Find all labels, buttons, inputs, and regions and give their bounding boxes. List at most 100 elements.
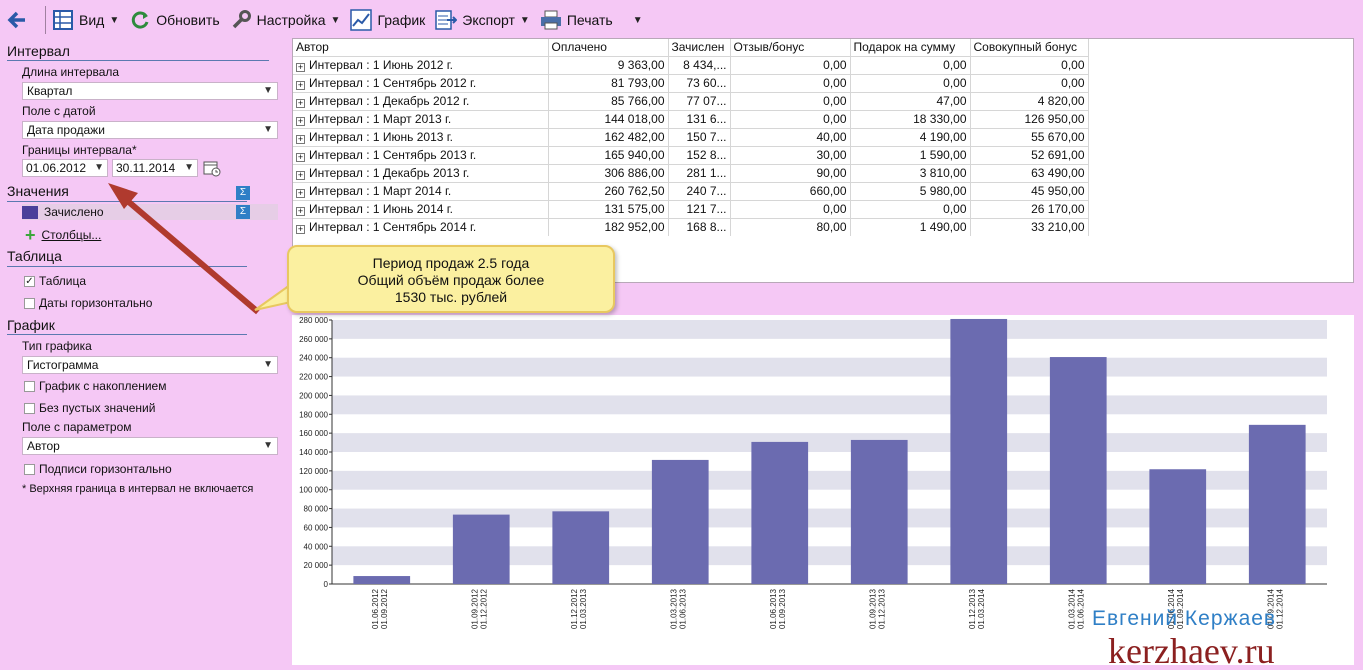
series-color-swatch: [22, 205, 38, 219]
table-row[interactable]: + Интервал : 1 Сентябрь 2012 г. 81 793,00 7…: [293, 73, 1089, 92]
value-cell: 0,00: [850, 199, 971, 218]
interval-length-value: Квартал: [27, 84, 73, 98]
expand-icon[interactable]: +: [296, 63, 305, 72]
date-to-input[interactable]: 30.11.2014 ▼: [112, 159, 198, 177]
value-cell: 0,00: [970, 73, 1089, 92]
table-row[interactable]: + Интервал : 1 Сентябрь 2013 г. 165 940,00…: [293, 145, 1089, 164]
cell-text: Интервал : 1 Сентябрь 2013 г.: [309, 148, 477, 162]
value-cell: 260 762,50: [548, 181, 669, 200]
x-tick-label: 01.12.2012: [570, 588, 579, 629]
chevron-down-icon: ▼: [263, 85, 273, 96]
no-empty-checkbox[interactable]: Без пустых значений: [24, 401, 155, 415]
chart-button[interactable]: График: [350, 5, 425, 35]
chart-type-select[interactable]: Гистограмма ▼: [22, 356, 278, 374]
value-cell: 0,00: [730, 199, 851, 218]
column-header[interactable]: Совокупный бонус: [970, 39, 1089, 56]
column-header[interactable]: Подарок на сумму: [850, 39, 971, 56]
table-row[interactable]: + Интервал : 1 Март 2014 г. 260 762,50 240 …: [293, 181, 1089, 200]
expand-icon[interactable]: +: [296, 171, 305, 180]
value-cell: 80,00: [730, 217, 851, 236]
table-row[interactable]: + Интервал : 1 Июнь 2014 г. 131 575,00 121 …: [293, 199, 1089, 218]
table-row[interactable]: + Интервал : 1 Сентябрь 2014 г. 182 952,00…: [293, 217, 1089, 236]
cell-text: 90,00: [816, 166, 847, 180]
column-header[interactable]: Отзыв/бонус: [730, 39, 851, 56]
expand-icon[interactable]: +: [296, 189, 305, 198]
line-chart-icon: [350, 9, 373, 31]
y-tick-label: 200 000: [299, 391, 328, 400]
sigma-icon[interactable]: Σ: [236, 205, 250, 219]
y-tick-label: 140 000: [299, 448, 328, 457]
expand-icon[interactable]: +: [296, 99, 305, 108]
x-tick-label: 01.06.2012: [371, 588, 380, 629]
value-cell: 8 434,...: [668, 55, 731, 74]
cell-text: Интервал : 1 Март 2013 г.: [309, 112, 452, 126]
date-from-input[interactable]: 01.06.2012 ▼: [22, 159, 108, 177]
bar: [1149, 469, 1207, 584]
table-row[interactable]: + Интервал : 1 Июнь 2012 г. 9 363,00 8 434,…: [293, 55, 1089, 74]
interval-cell: + Интервал : 1 Декабрь 2012 г.: [293, 91, 549, 110]
calendar-clock-icon[interactable]: [203, 159, 221, 177]
interval-length-select[interactable]: Квартал ▼: [22, 82, 278, 100]
value-cell: 0,00: [730, 91, 851, 110]
table-checkbox[interactable]: ✓ Таблица: [24, 274, 86, 288]
expand-icon[interactable]: +: [296, 207, 305, 216]
y-tick-label: 0: [324, 580, 329, 589]
expand-icon[interactable]: +: [296, 135, 305, 144]
table-row[interactable]: + Интервал : 1 Декабрь 2012 г. 85 766,00 77…: [293, 91, 1089, 110]
cell-text: 306 886,00: [604, 166, 665, 180]
value-cell: 162 482,00: [548, 127, 669, 146]
expand-icon[interactable]: +: [296, 225, 305, 235]
checkbox-box: [24, 463, 35, 475]
cell-text: 33 210,00: [1031, 220, 1085, 235]
x-tick-label: 01.06.2013: [678, 588, 687, 629]
labels-horizontal-checkbox[interactable]: Подписи горизонтально: [24, 462, 172, 476]
column-header[interactable]: Оплачено: [548, 39, 669, 56]
chevron-down-icon[interactable]: ▼: [633, 15, 643, 26]
author-watermark: Евгений Кержаев: [1092, 607, 1277, 630]
section-divider: [7, 201, 247, 202]
sigma-icon[interactable]: Σ: [236, 186, 250, 200]
refresh-button[interactable]: Обновить: [129, 5, 220, 35]
x-tick-label: 01.12.2013: [877, 588, 886, 629]
interval-cell: + Интервал : 1 Март 2013 г.: [293, 109, 549, 128]
value-cell: 240 7...: [668, 181, 731, 200]
expand-icon[interactable]: +: [296, 81, 305, 90]
expand-icon[interactable]: +: [296, 153, 305, 162]
print-button[interactable]: Печать ▼: [540, 5, 643, 35]
value-cell: 77 07...: [668, 91, 731, 110]
cell-text: 0,00: [823, 112, 847, 126]
cumulative-checkbox[interactable]: График с накоплением: [24, 379, 166, 393]
cell-text: 0,00: [943, 58, 967, 72]
value-cell: 660,00: [730, 181, 851, 200]
value-cell: 182 952,00: [548, 217, 669, 236]
cell-text: 1 490,00: [919, 220, 967, 235]
y-tick-label: 100 000: [299, 486, 328, 495]
table-row[interactable]: + Интервал : 1 Март 2013 г. 144 018,00 131 …: [293, 109, 1089, 128]
chart-type-label: Тип графика: [22, 339, 92, 353]
cell-text: 126 950,00: [1024, 112, 1085, 126]
table-row[interactable]: + Интервал : 1 Декабрь 2013 г. 306 886,00 2…: [293, 163, 1089, 182]
view-button[interactable]: Вид ▼: [52, 5, 119, 35]
export-button[interactable]: Экспорт ▼: [435, 5, 530, 35]
value-cell: 30,00: [730, 145, 851, 164]
table-row[interactable]: + Интервал : 1 Июнь 2013 г. 162 482,00 150 …: [293, 127, 1089, 146]
date-field-select[interactable]: Дата продажи ▼: [22, 121, 278, 139]
y-tick-label: 260 000: [299, 335, 328, 344]
value-item-label: Зачислено: [44, 205, 104, 219]
settings-button[interactable]: Настройка ▼: [230, 5, 340, 35]
column-header[interactable]: Зачислен: [668, 39, 731, 56]
dates-horizontal-checkbox[interactable]: Даты горизонтально: [24, 296, 152, 310]
cell-text: 85 766,00: [611, 94, 665, 108]
value-cell: 90,00: [730, 163, 851, 182]
cell-text: 8 434,...: [683, 58, 727, 72]
back-button[interactable]: [6, 5, 33, 35]
y-tick-label: 20 000: [304, 561, 329, 570]
value-cell: 9 363,00: [548, 55, 669, 74]
column-header[interactable]: Автор: [293, 39, 549, 56]
param-field-select[interactable]: Автор ▼: [22, 437, 278, 455]
cell-text: Интервал : 1 Июнь 2014 г.: [309, 202, 453, 216]
columns-link[interactable]: + Столбцы...: [25, 226, 101, 244]
value-cell: 0,00: [730, 73, 851, 92]
expand-icon[interactable]: +: [296, 117, 305, 126]
grid-band: [332, 320, 1327, 339]
